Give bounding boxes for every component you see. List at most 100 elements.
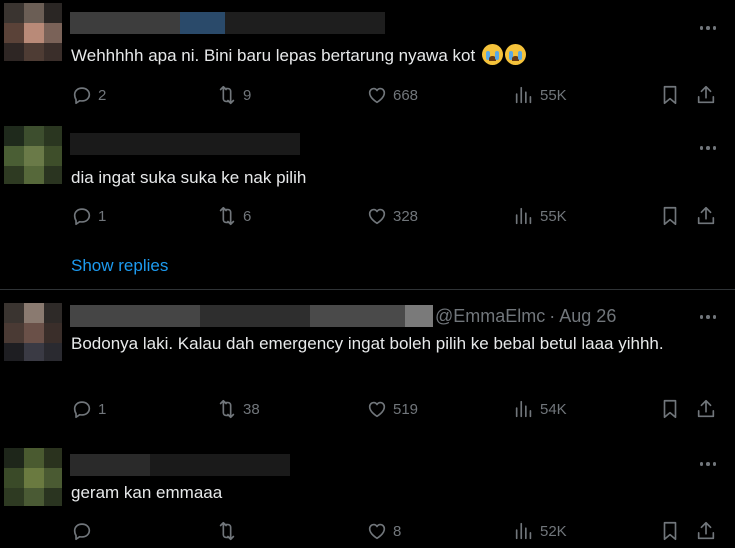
post-2[interactable]: dia ingat suka suka ke nak pilih 1 6 328… [0,120,735,290]
share-button[interactable] [695,398,717,420]
bookmark-button[interactable] [659,520,681,542]
repost-count: 38 [243,400,260,418]
views-icon [515,400,532,418]
heart-icon [368,401,386,418]
post-3[interactable]: @EmmaElmc · Aug 26 Bodonya laki. Kalau d… [0,290,735,440]
reply-icon [73,208,91,226]
avatar[interactable] [4,126,62,184]
views-icon [515,86,532,104]
repost-icon [219,206,235,226]
more-icon[interactable] [695,18,721,38]
share-icon [697,85,715,104]
views-button[interactable]: 54K [513,398,567,420]
repost-count: 6 [243,207,252,225]
share-icon [697,399,715,418]
reply-count: 1 [98,400,107,418]
share-button[interactable] [695,520,717,542]
more-icon[interactable] [695,307,721,327]
reply-count: 2 [98,86,107,104]
post-header [70,452,290,478]
like-count: 328 [393,207,419,225]
reply-count: 1 [98,207,107,225]
action-bar: 1 6 328 55K [71,205,721,229]
post-4[interactable]: geram kan emmaaa 8 52K [0,440,735,548]
view-count: 55K [540,207,567,225]
bookmark-icon [663,521,677,541]
heart-icon [368,87,386,104]
show-replies-link[interactable]: Show replies [71,256,168,276]
repost-count: 9 [243,86,252,104]
blurred-name [310,305,405,327]
reply-icon [73,523,91,541]
blurred-name [70,305,200,327]
reply-icon [73,401,91,419]
post-text: dia ingat suka suka ke nak pilih [71,168,307,187]
blurred-name [200,305,310,327]
views-button[interactable]: 55K [513,84,567,106]
post-date[interactable]: · Aug 26 [549,306,616,327]
view-count: 52K [540,522,567,540]
bookmark-button[interactable] [659,205,681,227]
more-icon[interactable] [695,454,721,474]
repost-button[interactable] [216,520,243,542]
avatar[interactable] [4,448,62,506]
repost-icon [219,399,235,419]
views-button[interactable]: 52K [513,520,567,542]
like-button[interactable]: 668 [366,84,418,106]
views-icon [515,207,532,225]
post-header: @EmmaElmc · Aug 26 [70,303,616,329]
blurred-name [70,133,300,155]
heart-icon [368,523,386,540]
post-header [70,131,300,157]
like-count: 519 [393,400,419,418]
action-bar: 8 52K [71,520,721,544]
loudly-crying-face-emoji [481,44,503,65]
share-button[interactable] [695,205,717,227]
bookmark-icon [663,85,677,105]
post-text: Wehhhhh apa ni. Bini baru lepas bertarun… [71,42,721,69]
view-count: 54K [540,400,567,418]
bookmark-button[interactable] [659,398,681,420]
share-button[interactable] [695,84,717,106]
reply-button[interactable] [71,520,98,542]
repost-button[interactable]: 6 [216,205,251,227]
views-icon [515,522,532,540]
bookmark-icon [663,399,677,419]
loudly-crying-face-emoji [504,44,526,65]
avatar[interactable] [4,303,62,361]
like-count: 8 [393,522,402,540]
reply-button[interactable]: 2 [71,84,106,106]
reply-button[interactable]: 1 [71,398,106,420]
blurred-name [405,305,433,327]
blurred-name [70,454,150,476]
bookmark-icon [663,206,677,226]
more-icon[interactable] [695,138,721,158]
heart-icon [368,208,386,225]
bookmark-button[interactable] [659,84,681,106]
blurred-name [180,12,225,34]
view-count: 55K [540,86,567,104]
like-button[interactable]: 519 [366,398,418,420]
like-count: 668 [393,86,419,104]
action-bar: 2 9 668 55K [71,84,721,108]
repost-button[interactable]: 38 [216,398,260,420]
avatar[interactable] [4,3,62,61]
post-handle[interactable]: @EmmaElmc [435,306,545,327]
views-button[interactable]: 55K [513,205,567,227]
blurred-name [150,454,290,476]
action-bar: 1 38 519 54K [71,398,721,422]
reply-icon [73,87,91,105]
like-button[interactable]: 328 [366,205,418,227]
share-icon [697,206,715,225]
post-text: geram kan emmaaa [71,483,223,502]
post-header [70,10,385,36]
like-button[interactable]: 8 [366,520,401,542]
post-text: Bodonya laki. Kalau dah emergency ingat … [71,334,664,353]
post-1[interactable]: Wehhhhh apa ni. Bini baru lepas bertarun… [0,0,735,120]
repost-icon [219,85,235,105]
share-icon [697,521,715,540]
blurred-handle [225,12,385,34]
repost-button[interactable]: 9 [216,84,251,106]
repost-icon [219,521,235,541]
reply-button[interactable]: 1 [71,205,106,227]
